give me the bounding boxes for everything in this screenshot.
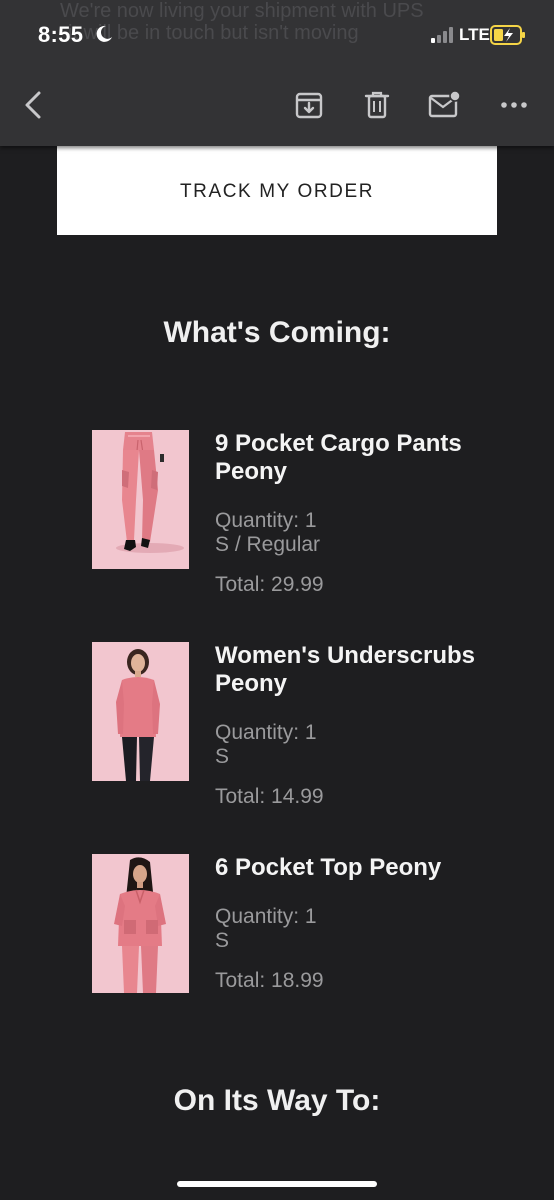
more-icon[interactable]	[497, 88, 531, 122]
product-image-cargo-pants[interactable]	[92, 430, 189, 569]
signal-icon	[431, 27, 453, 43]
item-variant: S	[215, 929, 230, 952]
item-quantity: Quantity: 1	[215, 905, 317, 928]
email-body[interactable]: TRACK MY ORDER What's Coming: 9 Pocket C…	[0, 0, 554, 1200]
item-name[interactable]: 6 Pocket Top Peony	[215, 854, 485, 882]
product-image-underscrubs[interactable]	[92, 642, 189, 781]
order-item: 6 Pocket Top Peony Quantity: 1 S Total: …	[92, 854, 512, 1024]
track-my-order-label: TRACK MY ORDER	[179, 180, 375, 202]
status-time: 8:55	[38, 22, 84, 47]
order-item: 9 Pocket Cargo Pants Peony Quantity: 1 S…	[92, 430, 512, 600]
battery-charging-icon	[490, 25, 525, 45]
item-name[interactable]: 9 Pocket Cargo Pants Peony	[215, 430, 485, 486]
track-my-order-button[interactable]: TRACK MY ORDER	[57, 140, 497, 235]
mark-unread-icon[interactable]	[428, 88, 462, 122]
item-variant: S	[215, 745, 230, 768]
preview-line-1: We're now living your shipment with UPS	[60, 0, 424, 22]
network-type: LTE	[459, 25, 490, 44]
item-total: Total: 29.99	[215, 573, 324, 596]
top-bar: We're now living your shipment with UPS …	[0, 0, 554, 146]
item-variant: S / Regular	[215, 533, 321, 556]
item-quantity: Quantity: 1	[215, 721, 317, 744]
back-icon[interactable]	[16, 88, 50, 122]
whats-coming-heading: What's Coming:	[163, 316, 391, 349]
home-indicator[interactable]	[177, 1181, 377, 1187]
trash-icon[interactable]	[360, 88, 394, 122]
order-item: Women's Underscrubs Peony Quantity: 1 S …	[92, 642, 512, 812]
product-image-pocket-top[interactable]	[92, 854, 189, 993]
item-quantity: Quantity: 1	[215, 509, 317, 532]
item-total: Total: 14.99	[215, 785, 324, 808]
email-screen: TRACK MY ORDER What's Coming: 9 Pocket C…	[0, 0, 554, 1200]
item-total: Total: 18.99	[215, 969, 324, 992]
archive-icon[interactable]	[292, 88, 326, 122]
moon-icon	[96, 25, 112, 42]
item-name[interactable]: Women's Underscrubs Peony	[215, 642, 485, 698]
on-its-way-heading: On Its Way To:	[173, 1084, 381, 1117]
